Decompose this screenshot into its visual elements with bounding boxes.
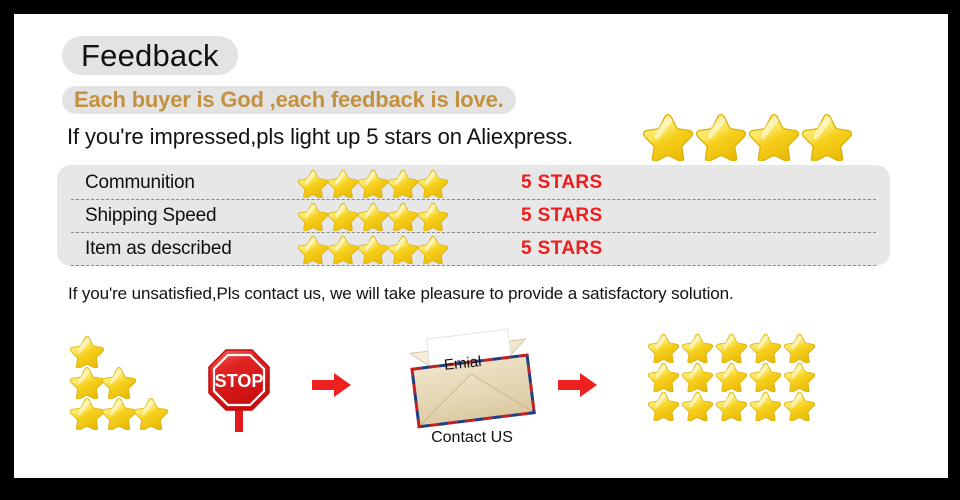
rating-stars [298, 234, 448, 264]
page-title: Feedback [62, 36, 238, 75]
table-row: Item as described 5 STARS [71, 232, 876, 266]
impressed-instruction: If you're impressed,pls light up 5 stars… [67, 124, 574, 149]
star-icon [298, 202, 328, 231]
star-icon [715, 361, 750, 393]
star-icon [783, 391, 816, 422]
star-icon [388, 169, 418, 198]
rating-label: Item as described [85, 237, 232, 259]
rating-stars [298, 168, 448, 198]
right-arrow-icon [558, 372, 598, 403]
star-icon [696, 113, 746, 161]
star-icon [69, 366, 105, 400]
contact-us-group[interactable]: Emial Contact US [392, 324, 552, 459]
star-icon [643, 113, 693, 161]
high-rating-star-grid [647, 332, 818, 422]
star-icon [418, 169, 448, 198]
star-icon [647, 362, 680, 393]
star-icon [69, 396, 105, 435]
star-icon [749, 361, 784, 393]
star-icon [647, 361, 682, 393]
star-icon [358, 235, 388, 264]
star-icon [647, 390, 682, 422]
ratings-panel: Communition 5 STARS Shipping Speed 5 STA… [57, 165, 890, 266]
right-arrow-icon [312, 372, 352, 403]
star-icon [783, 333, 816, 364]
star-icon [418, 235, 448, 264]
star-icon [69, 335, 105, 369]
star-icon [133, 396, 169, 435]
rating-value: 5 STARS [521, 237, 603, 259]
star-icon [101, 397, 137, 431]
star-icon [715, 332, 750, 364]
outer-frame: Feedback Each buyer is God ,each feedbac… [0, 0, 960, 500]
rating-label: Communition [85, 171, 195, 193]
star-icon [749, 390, 784, 422]
star-icon [298, 169, 328, 198]
star-icon [418, 202, 448, 231]
envelope-icon [408, 328, 536, 429]
rating-value: 5 STARS [521, 171, 603, 193]
contact-us-label: Contact US [431, 429, 513, 446]
star-icon [802, 113, 852, 161]
star-icon [647, 332, 682, 364]
star-icon [388, 235, 418, 264]
page-title-label: Feedback [81, 37, 219, 73]
star-icon [298, 235, 328, 264]
star-icon [69, 397, 105, 431]
star-icon [358, 202, 388, 231]
star-icon [101, 396, 137, 435]
star-icon [681, 362, 714, 393]
table-row: Shipping Speed 5 STARS [71, 199, 876, 233]
star-icon [749, 333, 782, 364]
star-icon [358, 169, 388, 198]
star-icon [715, 362, 748, 393]
unsatisfied-instruction: If you're unsatisfied,Pls contact us, we… [68, 284, 734, 303]
star-icon [783, 361, 818, 393]
star-icon [647, 391, 680, 422]
star-icon [328, 202, 358, 231]
star-icon [749, 113, 799, 161]
star-icon [328, 169, 358, 198]
tagline-banner: Each buyer is God ,each feedback is love… [62, 86, 516, 114]
table-row: Communition 5 STARS [71, 166, 876, 200]
star-icon [749, 332, 784, 364]
stop-sign-icon: STOP [207, 348, 271, 437]
star-icon [388, 202, 418, 231]
star-icon [647, 333, 680, 364]
feedback-banner: Feedback Each buyer is God ,each feedbac… [14, 14, 948, 478]
header-star-row [643, 111, 852, 161]
rating-stars [298, 201, 448, 231]
star-icon [681, 332, 716, 364]
stop-sign-label: STOP [215, 371, 264, 391]
star-icon [681, 333, 714, 364]
star-icon [783, 362, 816, 393]
star-icon [681, 361, 716, 393]
low-rating-star-cluster [66, 334, 196, 434]
star-icon [715, 390, 750, 422]
rating-value: 5 STARS [521, 204, 603, 226]
star-icon [715, 391, 748, 422]
star-icon [749, 391, 782, 422]
star-icon [101, 366, 137, 400]
star-icon [783, 332, 818, 364]
star-icon [681, 390, 716, 422]
star-icon [783, 390, 818, 422]
contact-flow: STOP Emial Contact US [14, 314, 948, 474]
rating-label: Shipping Speed [85, 204, 217, 226]
star-icon [133, 397, 169, 431]
star-icon [328, 235, 358, 264]
star-icon [749, 362, 782, 393]
tagline-label: Each buyer is God ,each feedback is love… [74, 87, 504, 112]
star-icon [715, 333, 748, 364]
star-icon [681, 391, 714, 422]
